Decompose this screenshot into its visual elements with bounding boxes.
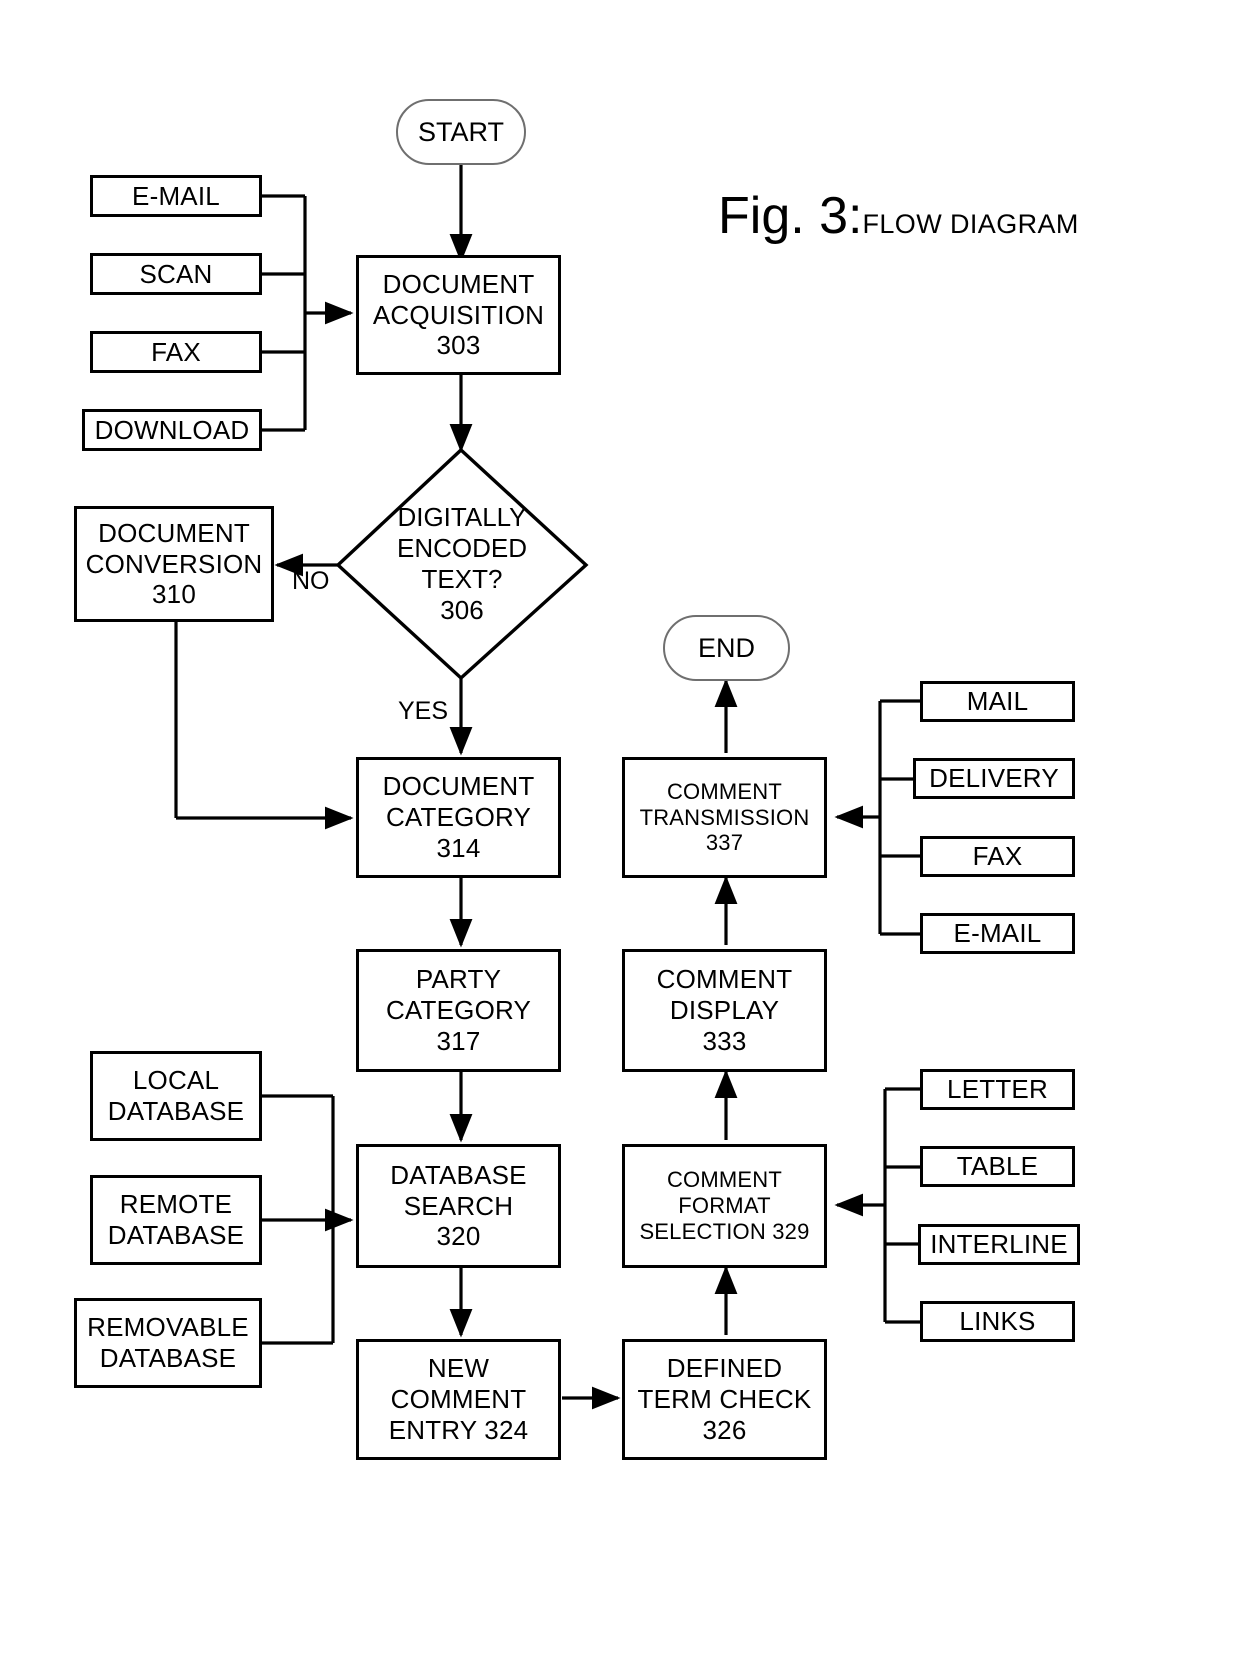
node-comment-display-label: COMMENT DISPLAY 333: [656, 964, 793, 1056]
format-option-table-label: TABLE: [956, 1151, 1039, 1182]
node-document-category: DOCUMENT CATEGORY 314: [356, 757, 561, 878]
node-party-category: PARTY CATEGORY 317: [356, 949, 561, 1072]
format-option-letter: LETTER: [920, 1069, 1075, 1110]
node-digitally-encoded-text-label: DIGITALLY ENCODED TEXT? 306: [396, 501, 527, 626]
db-source-remote-label: REMOTE DATABASE: [107, 1189, 245, 1250]
terminator-end-label: END: [697, 632, 755, 663]
format-option-links-label: LINKS: [959, 1306, 1036, 1337]
transmission-option-mail-label: MAIL: [966, 686, 1029, 717]
connector-layer: [174, 164, 920, 1410]
format-option-table: TABLE: [920, 1146, 1075, 1187]
node-digitally-encoded-text: DIGITALLY ENCODED TEXT? 306: [338, 450, 586, 678]
format-option-links: LINKS: [920, 1301, 1075, 1342]
source-box-fax: FAX: [90, 331, 262, 373]
source-box-scan: SCAN: [90, 253, 262, 295]
figure-caption: FLOW DIAGRAM: [862, 209, 1079, 239]
transmission-option-email: E-MAIL: [920, 913, 1075, 954]
flow-diagram-canvas: Fig. 3: FLOW DIAGRAM START END E-MAIL SC…: [0, 0, 1240, 1660]
terminator-start: START: [396, 99, 526, 165]
node-defined-term-check-label: DEFINED TERM CHECK 326: [637, 1353, 812, 1445]
transmission-option-fax: FAX: [920, 836, 1075, 877]
transmission-option-mail: MAIL: [920, 681, 1075, 722]
terminator-start-label: START: [417, 116, 504, 147]
source-box-download: DOWNLOAD: [82, 409, 262, 451]
db-source-local-label: LOCAL DATABASE: [107, 1065, 245, 1126]
node-database-search-label: DATABASE SEARCH 320: [390, 1159, 527, 1252]
format-option-letter-label: LETTER: [947, 1074, 1048, 1105]
terminator-end: END: [663, 615, 790, 681]
node-comment-format-selection-label: COMMENT FORMAT SELECTION 329: [639, 1167, 810, 1244]
node-document-acquisition-label: DOCUMENT ACQUISITION 303: [372, 268, 545, 361]
transmission-option-email-label: E-MAIL: [953, 918, 1042, 949]
source-box-download-label: DOWNLOAD: [94, 414, 250, 445]
node-new-comment-entry: NEW COMMENT ENTRY 324: [356, 1339, 561, 1460]
figure-title: Fig. 3: FLOW DIAGRAM: [718, 186, 1079, 246]
format-option-interline: INTERLINE: [918, 1224, 1080, 1265]
db-source-local: LOCAL DATABASE: [90, 1051, 262, 1141]
node-comment-transmission: COMMENT TRANSMISSION 337: [622, 757, 827, 878]
db-source-removable-label: REMOVABLE DATABASE: [87, 1312, 249, 1373]
node-defined-term-check: DEFINED TERM CHECK 326: [622, 1339, 827, 1460]
node-comment-transmission-label: COMMENT TRANSMISSION 337: [639, 778, 810, 856]
node-document-acquisition: DOCUMENT ACQUISITION 303: [356, 255, 561, 375]
transmission-option-delivery: DELIVERY: [913, 758, 1075, 799]
db-source-removable: REMOVABLE DATABASE: [74, 1298, 262, 1388]
node-database-search: DATABASE SEARCH 320: [356, 1144, 561, 1268]
source-box-email: E-MAIL: [90, 175, 262, 217]
source-box-fax-label: FAX: [151, 336, 201, 367]
node-new-comment-entry-label: NEW COMMENT ENTRY 324: [388, 1353, 529, 1445]
source-box-scan-label: SCAN: [139, 258, 213, 289]
format-option-interline-label: INTERLINE: [930, 1229, 1068, 1260]
source-box-email-label: E-MAIL: [132, 180, 220, 211]
transmission-option-fax-label: FAX: [972, 841, 1023, 872]
figure-number: Fig. 3:: [718, 187, 863, 245]
transmission-option-delivery-label: DELIVERY: [929, 763, 1059, 794]
db-source-remote: REMOTE DATABASE: [90, 1175, 262, 1265]
node-document-category-label: DOCUMENT CATEGORY 314: [382, 771, 535, 863]
node-comment-display: COMMENT DISPLAY 333: [622, 949, 827, 1072]
node-document-conversion: DOCUMENT CONVERSION 310: [74, 506, 274, 622]
node-party-category-label: PARTY CATEGORY 317: [385, 964, 532, 1056]
edge-label-no: NO: [292, 567, 330, 595]
node-document-conversion-label: DOCUMENT CONVERSION 310: [85, 517, 263, 610]
node-comment-format-selection: COMMENT FORMAT SELECTION 329: [622, 1144, 827, 1268]
edge-label-yes: YES: [398, 697, 449, 725]
